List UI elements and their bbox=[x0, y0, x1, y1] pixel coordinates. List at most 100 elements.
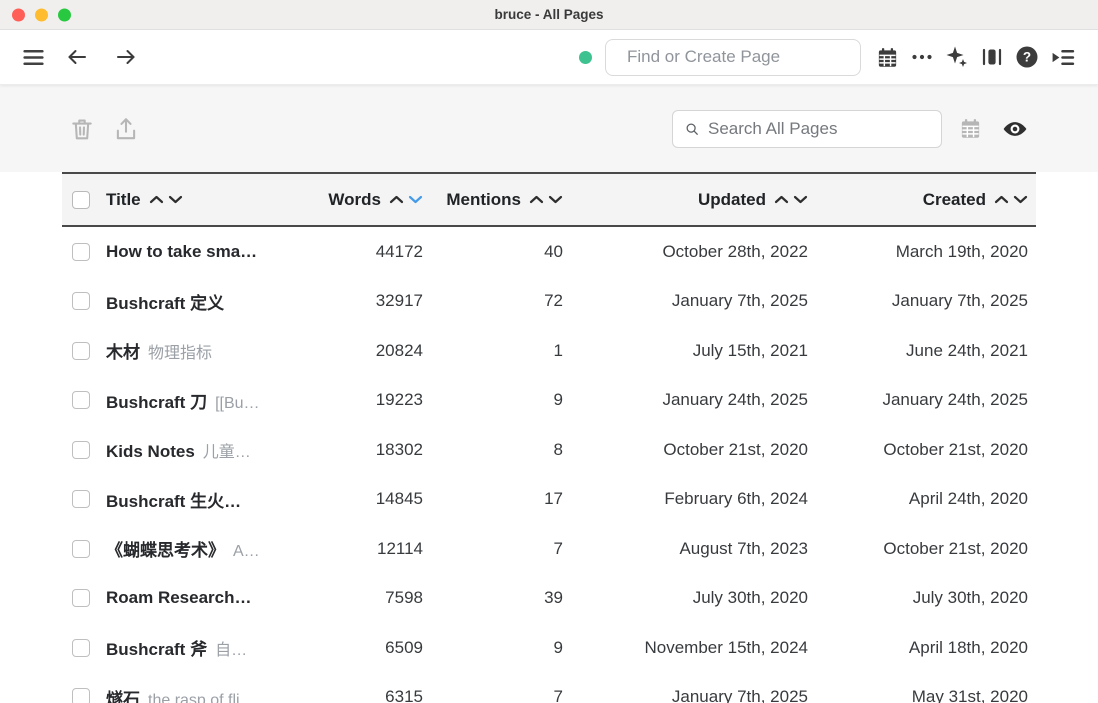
main-toolbar: ? bbox=[0, 30, 1098, 85]
mentions-count: 8 bbox=[423, 440, 563, 460]
sort-created-asc-icon[interactable] bbox=[994, 195, 1009, 204]
page-title-link[interactable]: Bushcraft 斧自… bbox=[106, 635, 313, 660]
mentions-count: 17 bbox=[423, 489, 563, 509]
sort-mentions-desc-icon[interactable] bbox=[548, 195, 563, 204]
page-title-link[interactable]: 木材物理指标 bbox=[106, 338, 313, 363]
table-header-row: Title Words Mentions Updated bbox=[62, 172, 1036, 227]
sort-title-asc-icon[interactable] bbox=[149, 195, 164, 204]
row-select-cell bbox=[62, 441, 106, 459]
updated-date: October 28th, 2022 bbox=[563, 242, 808, 262]
mentions-count: 7 bbox=[423, 539, 563, 559]
row-checkbox[interactable] bbox=[72, 342, 90, 360]
page-title-link[interactable]: 《蝴蝶思考术》A… bbox=[106, 536, 313, 561]
created-date: January 24th, 2025 bbox=[808, 390, 1036, 410]
page-title-link[interactable]: Bushcraft 刀[[Bu… bbox=[106, 388, 313, 413]
column-header-updated: Updated bbox=[563, 190, 808, 210]
sort-created-desc-icon[interactable] bbox=[1013, 195, 1028, 204]
row-checkbox[interactable] bbox=[72, 688, 90, 703]
page-title-main: Kids Notes bbox=[106, 442, 195, 461]
graph-view-icon[interactable] bbox=[979, 44, 1005, 70]
row-checkbox[interactable] bbox=[72, 589, 90, 607]
row-checkbox[interactable] bbox=[72, 441, 90, 459]
sort-words-asc-icon[interactable] bbox=[389, 195, 404, 204]
updated-date: January 7th, 2025 bbox=[563, 291, 808, 311]
mentions-count: 1 bbox=[423, 341, 563, 361]
row-checkbox[interactable] bbox=[72, 391, 90, 409]
ai-sparkles-icon[interactable] bbox=[944, 44, 970, 70]
row-select-cell bbox=[62, 639, 106, 657]
row-select-cell bbox=[62, 342, 106, 360]
help-icon[interactable]: ? bbox=[1014, 44, 1040, 70]
page-title-link[interactable]: Bushcraft 定义 bbox=[106, 289, 313, 314]
search-all-pages-input[interactable] bbox=[708, 119, 929, 139]
row-checkbox[interactable] bbox=[72, 540, 90, 558]
page-title-main: Bushcraft 刀 bbox=[106, 393, 207, 412]
table-row: Bushcraft 定义 32917 72 January 7th, 2025 … bbox=[62, 277, 1036, 327]
created-date: October 21st, 2020 bbox=[808, 440, 1036, 460]
row-checkbox[interactable] bbox=[72, 243, 90, 261]
created-date: April 18th, 2020 bbox=[808, 638, 1036, 658]
back-arrow-icon[interactable] bbox=[64, 44, 90, 70]
hamburger-menu-icon[interactable] bbox=[20, 44, 46, 70]
mentions-count: 40 bbox=[423, 242, 563, 262]
row-checkbox[interactable] bbox=[72, 639, 90, 657]
select-all-cell bbox=[62, 191, 106, 209]
words-count: 6315 bbox=[313, 687, 423, 703]
page-title-sub: 物理指标 bbox=[148, 345, 212, 362]
page-title-main: Bushcraft 定义 bbox=[106, 294, 224, 313]
page-title-main: 燧石 bbox=[106, 690, 140, 703]
header-updated-label: Updated bbox=[698, 190, 766, 210]
updated-date: October 21st, 2020 bbox=[563, 440, 808, 460]
select-all-checkbox[interactable] bbox=[72, 191, 90, 209]
sort-updated-desc-icon[interactable] bbox=[793, 195, 808, 204]
export-pages-icon[interactable] bbox=[112, 115, 139, 142]
daily-notes-calendar-icon[interactable] bbox=[874, 44, 900, 70]
words-count: 44172 bbox=[313, 242, 423, 262]
updated-date: January 7th, 2025 bbox=[563, 687, 808, 703]
row-checkbox[interactable] bbox=[72, 292, 90, 310]
created-date: April 24th, 2020 bbox=[808, 489, 1036, 509]
page-title-link[interactable]: How to take sma… bbox=[106, 242, 313, 262]
header-title-label: Title bbox=[106, 190, 141, 210]
words-count: 14845 bbox=[313, 489, 423, 509]
sort-updated-asc-icon[interactable] bbox=[774, 195, 789, 204]
column-header-mentions: Mentions bbox=[423, 190, 563, 210]
mentions-count: 39 bbox=[423, 588, 563, 608]
nav-arrows bbox=[64, 44, 139, 70]
minimize-window-button[interactable] bbox=[35, 8, 48, 21]
created-date: January 7th, 2025 bbox=[808, 291, 1036, 311]
sort-title-desc-icon[interactable] bbox=[168, 195, 183, 204]
find-or-create-input[interactable] bbox=[627, 47, 848, 67]
created-date: October 21st, 2020 bbox=[808, 539, 1036, 559]
column-header-words: Words bbox=[313, 190, 423, 210]
sort-mentions-asc-icon[interactable] bbox=[529, 195, 544, 204]
open-right-sidebar-icon[interactable] bbox=[1049, 44, 1075, 70]
row-checkbox[interactable] bbox=[72, 490, 90, 508]
words-count: 19223 bbox=[313, 390, 423, 410]
page-title-link[interactable]: Roam Research… bbox=[106, 588, 313, 608]
page-title-link[interactable]: Bushcraft 生火… bbox=[106, 487, 313, 512]
words-count: 32917 bbox=[313, 291, 423, 311]
table-row: Kids Notes儿童… 18302 8 October 21st, 2020… bbox=[62, 425, 1036, 475]
zoom-window-button[interactable] bbox=[58, 8, 71, 21]
delete-pages-icon[interactable] bbox=[68, 115, 95, 142]
words-count: 6509 bbox=[313, 638, 423, 658]
more-options-icon[interactable] bbox=[909, 44, 935, 70]
page-title-main: 《蝴蝶思考术》 bbox=[106, 541, 225, 560]
eye-view-icon[interactable] bbox=[1001, 115, 1028, 142]
page-title-link[interactable]: 燧石 the rasp of fli… bbox=[106, 685, 313, 703]
updated-date: January 24th, 2025 bbox=[563, 390, 808, 410]
page-title-sub: the rasp of fli… bbox=[148, 692, 256, 703]
forward-arrow-icon[interactable] bbox=[113, 44, 139, 70]
find-or-create-search[interactable] bbox=[605, 39, 861, 76]
sort-words-desc-icon-active[interactable] bbox=[408, 195, 423, 204]
close-window-button[interactable] bbox=[12, 8, 25, 21]
page-title-main: Roam Research… bbox=[106, 588, 252, 607]
table-row: Bushcraft 生火… 14845 17 February 6th, 202… bbox=[62, 475, 1036, 525]
words-count: 7598 bbox=[313, 588, 423, 608]
page-title-link[interactable]: Kids Notes儿童… bbox=[106, 438, 313, 462]
calendar-filter-icon[interactable] bbox=[957, 115, 984, 142]
header-words-label: Words bbox=[328, 190, 381, 210]
column-header-created: Created bbox=[808, 190, 1036, 210]
search-all-pages-box[interactable] bbox=[672, 110, 942, 148]
